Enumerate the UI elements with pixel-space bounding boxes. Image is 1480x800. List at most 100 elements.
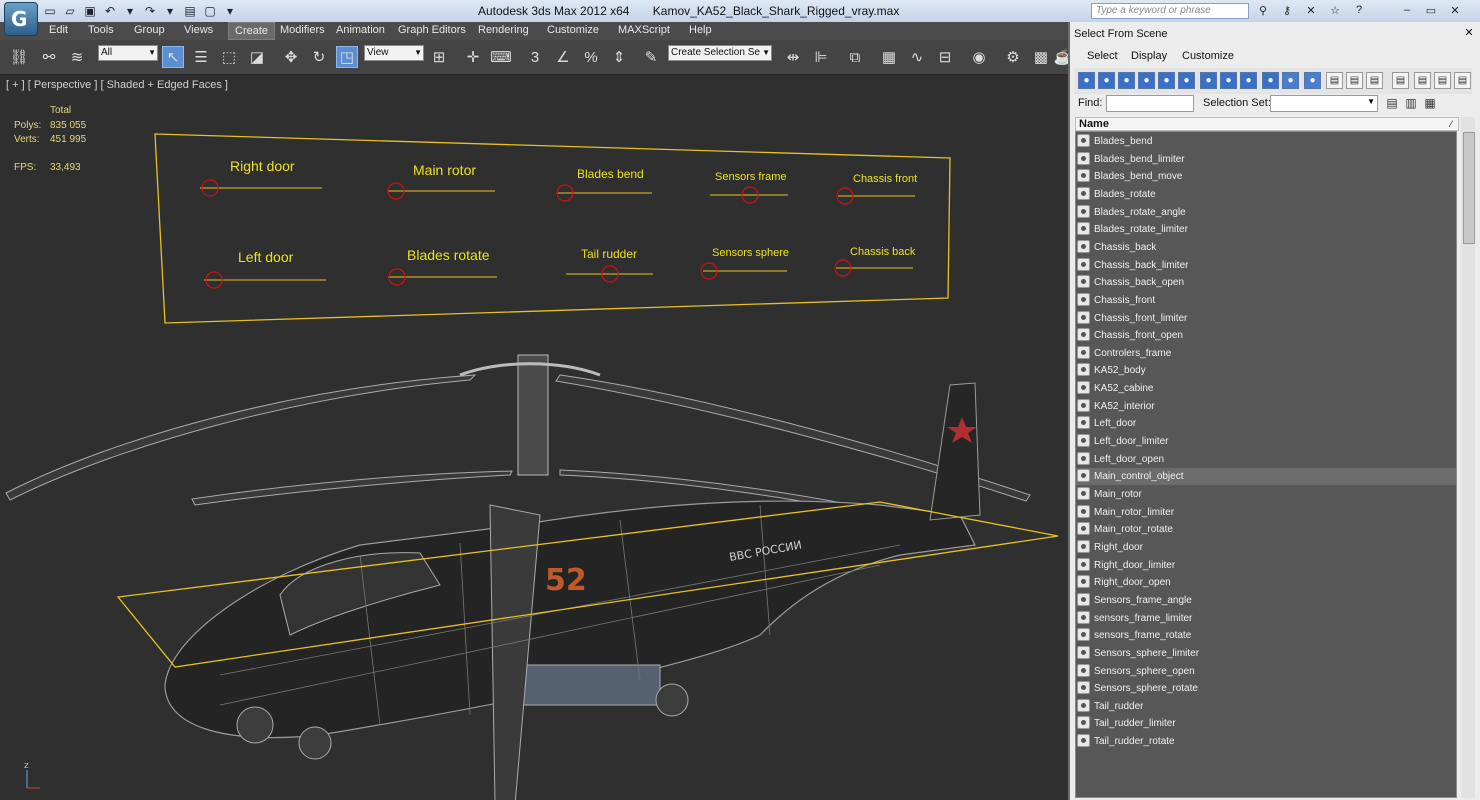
layer-manager-icon[interactable]: ⧉ bbox=[844, 46, 866, 68]
move-icon[interactable]: ✥ bbox=[280, 46, 302, 68]
dialog-menu-display[interactable]: Display bbox=[1131, 50, 1167, 62]
list-item[interactable]: Tail_rudder_rotate bbox=[1076, 733, 1456, 750]
undo-dropdown-icon[interactable]: ▾ bbox=[122, 3, 138, 19]
angle-snap-icon[interactable]: ∠ bbox=[552, 46, 574, 68]
dialog-menu-select[interactable]: Select bbox=[1087, 50, 1118, 62]
list-item[interactable]: Main_rotor bbox=[1076, 486, 1456, 503]
edit-named-selection-icon[interactable]: ✎ bbox=[640, 46, 662, 68]
list-item[interactable]: Chassis_front_limiter bbox=[1076, 310, 1456, 327]
column-header-name[interactable]: Name ⁄ bbox=[1075, 117, 1459, 131]
list-item[interactable]: Chassis_front_open bbox=[1076, 327, 1456, 344]
list-item[interactable]: KA52_body bbox=[1076, 362, 1456, 379]
dialog-menu-customize[interactable]: Customize bbox=[1182, 50, 1234, 62]
material-editor-icon[interactable]: ◉ bbox=[968, 46, 990, 68]
list-item[interactable]: Main_rotor_rotate bbox=[1076, 521, 1456, 538]
filter-hierarchy-icon[interactable]: ▤ bbox=[1454, 72, 1471, 89]
helicopter-model[interactable] bbox=[5, 354, 1031, 800]
key-icon[interactable]: ⚷ bbox=[1276, 2, 1298, 18]
filter-display-none-icon[interactable]: ▤ bbox=[1346, 72, 1363, 89]
filter-hidden-icon[interactable]: ● bbox=[1304, 72, 1321, 89]
selection-set-edit-icon[interactable]: ▦ bbox=[1422, 94, 1438, 112]
filter-groups-icon[interactable]: ● bbox=[1200, 72, 1217, 89]
menu-animation[interactable]: Animation bbox=[336, 24, 385, 36]
list-item[interactable]: Blades_rotate_limiter bbox=[1076, 221, 1456, 238]
menu-group[interactable]: Group bbox=[134, 24, 165, 36]
menu-rendering[interactable]: Rendering bbox=[478, 24, 529, 36]
dialog-close-icon[interactable]: ✕ bbox=[1463, 27, 1475, 39]
menu-graph-editors[interactable]: Graph Editors bbox=[398, 24, 466, 36]
help-icon[interactable]: ? bbox=[1348, 2, 1370, 18]
undo-icon[interactable]: ↶ bbox=[102, 3, 118, 19]
list-item[interactable]: Chassis_back_limiter bbox=[1076, 257, 1456, 274]
menu-create[interactable]: Create bbox=[228, 22, 276, 40]
perspective-viewport[interactable]: [ + ] [ Perspective ] [ Shaded + Edged F… bbox=[0, 75, 1068, 800]
list-item[interactable]: Sensors_frame_angle bbox=[1076, 592, 1456, 609]
list-item[interactable]: sensors_frame_limiter bbox=[1076, 610, 1456, 627]
front-wheel-right[interactable] bbox=[298, 726, 332, 760]
selection-set-dropdown[interactable]: ▼ bbox=[1270, 95, 1378, 112]
list-item[interactable]: Main_rotor_limiter bbox=[1076, 504, 1456, 521]
list-item[interactable]: Sensors_sphere_open bbox=[1076, 663, 1456, 680]
select-by-name-icon[interactable]: ☰ bbox=[190, 46, 212, 68]
list-item[interactable]: KA52_interior bbox=[1076, 398, 1456, 415]
list-item[interactable]: Left_door bbox=[1076, 415, 1456, 432]
project-folder-icon[interactable]: ▤ bbox=[182, 3, 198, 19]
new-file-icon[interactable]: ▭ bbox=[42, 3, 58, 19]
menu-modifiers[interactable]: Modifiers bbox=[280, 24, 325, 36]
pivot-icon[interactable]: ⊞ bbox=[428, 46, 450, 68]
spinner-snap-icon[interactable]: ⇕ bbox=[608, 46, 630, 68]
list-item[interactable]: Chassis_back bbox=[1076, 239, 1456, 256]
list-item[interactable]: Right_door bbox=[1076, 539, 1456, 556]
list-item[interactable]: Left_door_limiter bbox=[1076, 433, 1456, 450]
render-frame-icon[interactable]: ▩ bbox=[1030, 46, 1052, 68]
menu-customize[interactable]: Customize bbox=[547, 24, 599, 36]
percent-snap-icon[interactable]: % bbox=[580, 46, 602, 68]
selection-filter-dropdown[interactable]: All ▼ bbox=[98, 45, 158, 61]
close-button[interactable]: ✕ bbox=[1444, 2, 1466, 18]
find-input[interactable] bbox=[1106, 95, 1194, 112]
front-wheel-left[interactable] bbox=[236, 706, 274, 744]
filter-bones-icon[interactable]: ● bbox=[1240, 72, 1257, 89]
filter-containers-icon[interactable]: ● bbox=[1262, 72, 1279, 89]
filter-filter-icon[interactable]: ▤ bbox=[1434, 72, 1451, 89]
filter-xrefs-icon[interactable]: ● bbox=[1220, 72, 1237, 89]
filter-sync-icon[interactable]: ▤ bbox=[1392, 72, 1409, 89]
menu-tools[interactable]: Tools bbox=[88, 24, 114, 36]
render-setup-icon[interactable]: ⚙ bbox=[1002, 46, 1024, 68]
redo-dropdown-icon[interactable]: ▾ bbox=[162, 3, 178, 19]
unlink-icon[interactable]: ⚯ bbox=[38, 46, 60, 68]
list-item[interactable]: sensors_frame_rotate bbox=[1076, 627, 1456, 644]
menu-views[interactable]: Views bbox=[184, 24, 213, 36]
rect-selection-icon[interactable]: ⬚ bbox=[218, 46, 240, 68]
snaps-toggle-icon[interactable]: 3 bbox=[524, 46, 546, 68]
filter-columns-icon[interactable]: ▤ bbox=[1414, 72, 1431, 89]
window-crossing-icon[interactable]: ◪ bbox=[246, 46, 268, 68]
filter-cameras-icon[interactable]: ● bbox=[1138, 72, 1155, 89]
x-icon[interactable]: ✕ bbox=[1300, 2, 1322, 18]
filter-space-warps-icon[interactable]: ● bbox=[1178, 72, 1195, 89]
open-file-icon[interactable]: ▱ bbox=[62, 3, 78, 19]
window-icon[interactable]: ▢ bbox=[202, 3, 218, 19]
menu-edit[interactable]: Edit bbox=[49, 24, 68, 36]
reference-coordinate-dropdown[interactable]: View ▼ bbox=[364, 45, 424, 61]
list-item[interactable]: Blades_rotate bbox=[1076, 186, 1456, 203]
filter-geometry-icon[interactable]: ● bbox=[1078, 72, 1095, 89]
list-item[interactable]: Sensors_sphere_rotate bbox=[1076, 680, 1456, 697]
star-icon[interactable]: ☆ bbox=[1324, 2, 1346, 18]
list-item[interactable]: Chassis_front bbox=[1076, 292, 1456, 309]
3dsmax-logo-icon[interactable]: G bbox=[4, 2, 38, 36]
scene-object-list[interactable]: Blades_bend Blades_bend_limiter Blades_ben… bbox=[1075, 131, 1457, 798]
named-selection-set-dropdown[interactable]: Create Selection Se ▼ bbox=[668, 45, 772, 61]
list-item[interactable]: Chassis_back_open bbox=[1076, 274, 1456, 291]
list-item[interactable]: Blades_bend_limiter bbox=[1076, 151, 1456, 168]
select-object-icon[interactable]: ↖ bbox=[162, 46, 184, 68]
scene-canvas[interactable]: Right door Main rotor Blades bend Sensors f… bbox=[0, 75, 1068, 800]
bind-space-warp-icon[interactable]: ≋ bbox=[66, 46, 88, 68]
list-item[interactable]: Blades_bend_move bbox=[1076, 168, 1456, 185]
menu-maxscript[interactable]: MAXScript bbox=[618, 24, 670, 36]
list-item[interactable]: Sensors_sphere_limiter bbox=[1076, 645, 1456, 662]
select-link-icon[interactable]: ⛓ bbox=[8, 46, 30, 68]
tail-fin[interactable] bbox=[929, 382, 981, 521]
redo-icon[interactable]: ↷ bbox=[142, 3, 158, 19]
lower-rotor-blade-left[interactable] bbox=[191, 470, 513, 506]
